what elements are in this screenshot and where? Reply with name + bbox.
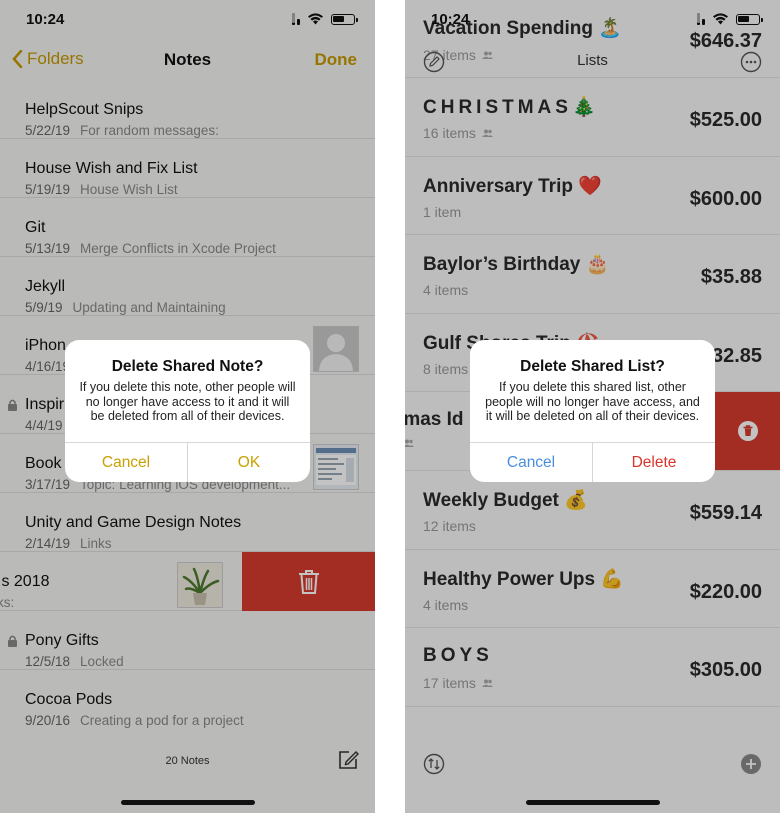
alert-title: Delete Shared Note? [111, 358, 264, 375]
alert-ok-button[interactable]: OK [187, 443, 310, 482]
alert-title: Delete Shared List? [520, 358, 665, 375]
alert-message: If you delete this note, other people wi… [79, 380, 296, 423]
home-indicator[interactable] [120, 800, 255, 805]
alert-cancel-button[interactable]: Cancel [65, 443, 187, 482]
delete-shared-note-alert: Delete Shared Note? If you delete this n… [65, 340, 310, 482]
lists-screen: 10:24 Vacation Spending 🏝️ 27 items $646… [405, 0, 780, 813]
delete-shared-list-alert: Delete Shared List? If you delete this s… [470, 340, 715, 482]
home-indicator[interactable] [525, 800, 660, 805]
alert-delete-button[interactable]: Delete [592, 443, 715, 482]
notes-screen: 10:24 Folders Notes Done HelpScout Snips… [0, 0, 375, 813]
alert-cancel-button[interactable]: Cancel [470, 443, 592, 482]
alert-message: If you delete this shared list, other pe… [485, 380, 700, 423]
